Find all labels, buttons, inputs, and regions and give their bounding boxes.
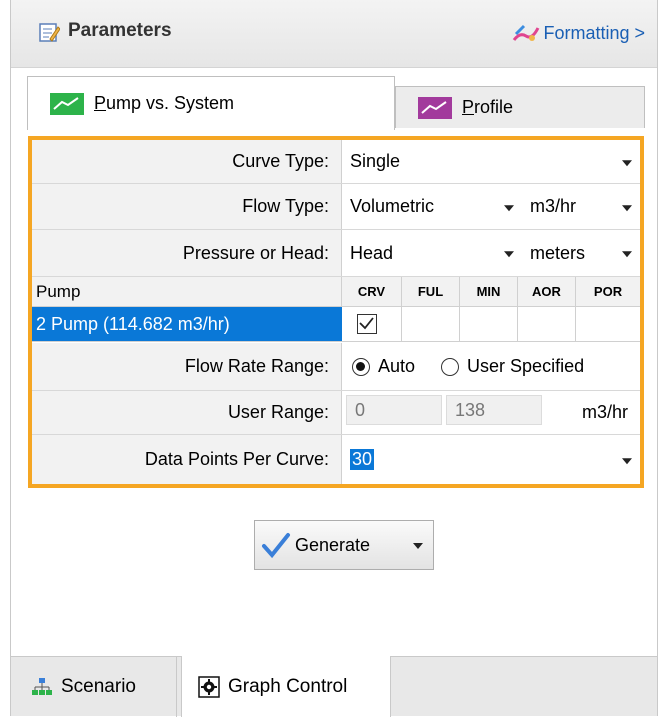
head-unit-value: meters: [530, 242, 586, 263]
chevron-down-icon: [622, 159, 632, 166]
pressure-head-value: Head: [350, 242, 394, 263]
graph-tabs: Pump vs. System Profile: [27, 76, 645, 130]
ful-cell[interactable]: [402, 307, 460, 341]
curve-type-select[interactable]: Single: [342, 140, 640, 183]
curve-type-label: Curve Type:: [32, 140, 342, 183]
chevron-down-icon: [504, 204, 514, 211]
pressure-head-label: Pressure or Head:: [32, 230, 342, 276]
column-header-por: POR: [576, 277, 640, 307]
curve-type-row: Curve Type: Single: [32, 140, 640, 184]
pump-name: 2 Pump (114.682 m3/hr): [36, 313, 230, 334]
checkmark-icon: [262, 533, 290, 559]
flow-type-select[interactable]: Volumetric: [342, 184, 520, 229]
flow-unit-value: m3/hr: [530, 196, 577, 216]
radio-auto-label: Auto: [378, 356, 416, 376]
data-points-value: 30: [350, 449, 375, 470]
line-chart-green-icon: [50, 92, 84, 115]
flow-rate-range-options: Auto User Specified: [342, 343, 640, 390]
user-range-label: User Range:: [32, 391, 342, 434]
tab-graph-control[interactable]: Graph Control: [181, 656, 391, 717]
chevron-down-icon: [622, 204, 632, 211]
panel-title: Parameters: [68, 20, 172, 41]
parameters-grid: Curve Type: Single Flow Type: Volumetric…: [28, 136, 644, 488]
radio-user-label: User Specified: [467, 356, 585, 376]
crv-cell[interactable]: [342, 307, 402, 341]
crv-checkbox[interactable]: [357, 314, 377, 334]
parameters-panel: Parameters Formatting > Pump vs. System …: [10, 0, 658, 717]
aor-cell[interactable]: [518, 307, 576, 341]
chevron-down-icon[interactable]: [413, 543, 423, 549]
chevron-down-icon: [622, 251, 632, 258]
flow-type-value: Volumetric: [350, 196, 435, 216]
table-row[interactable]: 2 Pump (114.682 m3/hr): [32, 307, 342, 341]
radio-auto[interactable]: Auto: [352, 356, 415, 377]
chevron-down-icon: [622, 457, 632, 464]
panel-header: Parameters Formatting >: [11, 0, 657, 68]
gear-icon: [198, 675, 220, 698]
notepad-edit-icon: [39, 23, 60, 42]
data-points-label: Data Points Per Curve:: [32, 435, 342, 484]
user-range-unit: m3/hr: [581, 402, 628, 422]
column-header-ful: FUL: [402, 277, 460, 307]
column-header-crv: CRV: [342, 277, 402, 307]
flow-unit-select[interactable]: m3/hr: [522, 184, 640, 229]
column-header-min: MIN: [460, 277, 518, 307]
data-points-row: Data Points Per Curve: 30: [32, 435, 640, 484]
tab-label: Scenario: [61, 676, 136, 697]
tab-profile[interactable]: Profile: [395, 86, 645, 128]
line-chart-purple-icon: [418, 96, 452, 119]
tab-scenario[interactable]: Scenario: [17, 657, 177, 717]
tab-label: Pump vs. System: [94, 93, 235, 113]
generate-button[interactable]: Generate: [254, 520, 434, 570]
por-cell[interactable]: [576, 307, 640, 341]
min-cell[interactable]: [460, 307, 518, 341]
tab-pump-vs-system[interactable]: Pump vs. System: [27, 76, 395, 130]
curve-type-value: Single: [350, 151, 401, 171]
tab-label: Profile: [462, 97, 514, 117]
radio-user-specified[interactable]: User Specified: [441, 356, 584, 377]
bottom-tabs: Scenario Graph Control: [11, 656, 657, 717]
head-unit-select[interactable]: meters: [522, 230, 640, 276]
column-header-pump: Pump: [32, 277, 342, 307]
pressure-head-row: Pressure or Head: Head meters: [32, 230, 640, 277]
checkmark-icon: [359, 317, 374, 330]
formatting-link[interactable]: Formatting >: [512, 22, 645, 44]
formatting-brush-icon: [513, 24, 540, 41]
scenario-tree-icon: [32, 678, 52, 695]
flow-type-label: Flow Type:: [32, 184, 342, 229]
flow-rate-range-label: Flow Rate Range:: [32, 343, 342, 390]
pump-table: Pump CRV FUL MIN AOR POR 2 Pump (114.682…: [32, 277, 640, 342]
column-header-aor: AOR: [518, 277, 576, 307]
pressure-head-select[interactable]: Head: [342, 230, 520, 276]
radio-unselected-icon: [441, 358, 460, 377]
radio-selected-icon: [352, 358, 370, 377]
flow-type-row: Flow Type: Volumetric m3/hr: [32, 184, 640, 230]
user-range-min-input[interactable]: 0: [346, 395, 442, 425]
tab-label: Graph Control: [228, 675, 348, 697]
formatting-label: Formatting >: [543, 22, 645, 43]
data-points-select[interactable]: 30: [342, 435, 640, 484]
user-range-max-input[interactable]: 138: [446, 395, 542, 425]
generate-label: Generate: [295, 534, 371, 555]
flow-rate-range-row: Flow Rate Range: Auto User Specified: [32, 343, 640, 391]
user-range-row: User Range: 0 138 m3/hr: [32, 391, 640, 435]
chevron-down-icon: [504, 251, 514, 258]
